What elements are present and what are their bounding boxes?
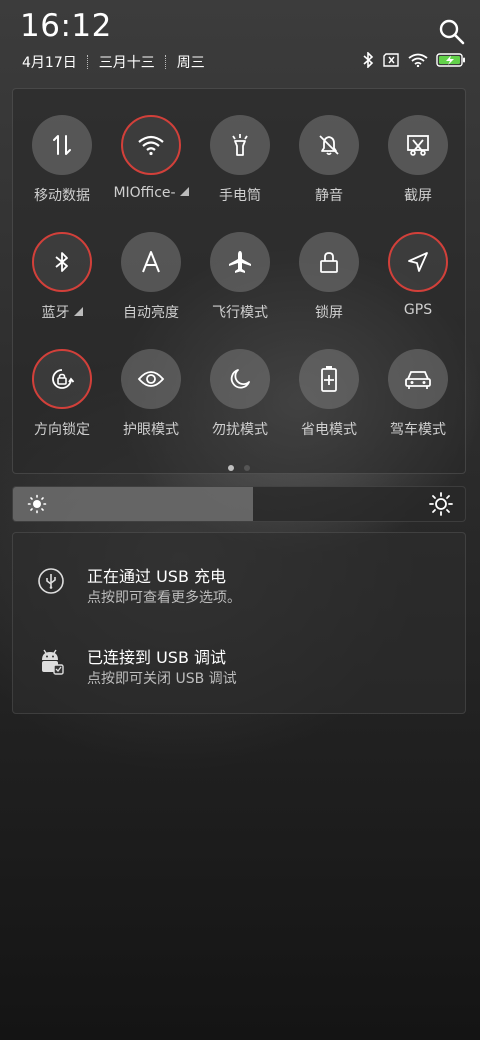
date-separator xyxy=(164,55,167,69)
notification-title: 已连接到 USB 调试 xyxy=(87,648,227,667)
airplane-icon[interactable] xyxy=(210,232,270,292)
tile-lock-screen[interactable]: 锁屏 xyxy=(284,232,374,322)
tile-mobile-data[interactable]: 移动数据 xyxy=(17,115,107,205)
lock-icon[interactable] xyxy=(299,232,359,292)
sim-none-icon xyxy=(382,53,400,67)
battery-saver-icon[interactable] xyxy=(299,349,359,409)
tile-auto-brightness[interactable]: 自动亮度 xyxy=(106,232,196,322)
location-arrow-icon[interactable] xyxy=(388,232,448,292)
tile-label: 自动亮度 xyxy=(123,305,179,321)
tile-label: 蓝牙 xyxy=(41,305,70,321)
tile-label: 移动数据 xyxy=(34,188,90,204)
tile-label: 手电筒 xyxy=(219,188,261,204)
battery-charging-icon xyxy=(436,53,466,67)
weekday-text: 周三 xyxy=(176,55,205,71)
tile-driving-mode[interactable]: 驾车模式 xyxy=(373,349,463,439)
tile-label: 护眼模式 xyxy=(123,422,179,438)
page-dot xyxy=(244,465,250,471)
screenshot-icon[interactable] xyxy=(388,115,448,175)
status-icons xyxy=(362,52,466,68)
tile-label: 勿扰模式 xyxy=(212,422,268,438)
tile-wifi[interactable]: MIOffice- xyxy=(106,115,196,201)
tile-bluetooth[interactable]: 蓝牙 xyxy=(17,232,107,322)
android-debug-icon xyxy=(37,648,65,676)
search-icon[interactable] xyxy=(438,18,466,46)
moon-icon[interactable] xyxy=(210,349,270,409)
tile-label: 锁屏 xyxy=(315,305,343,321)
mobile-data-icon[interactable] xyxy=(32,115,92,175)
tile-label: 方向锁定 xyxy=(34,422,90,438)
tile-gps[interactable]: GPS xyxy=(373,232,463,318)
date-text: 4月17日 xyxy=(22,55,77,71)
bluetooth-icon xyxy=(362,52,374,68)
notification-title: 正在通过 USB 充电 xyxy=(87,567,227,586)
wifi-icon[interactable] xyxy=(121,115,181,175)
page-dot xyxy=(228,465,234,471)
brightness-low-icon xyxy=(27,494,47,518)
tile-do-not-disturb[interactable]: 勿扰模式 xyxy=(195,349,285,439)
brightness-slider[interactable] xyxy=(12,486,466,522)
notification-subtitle: 点按即可查看更多选项。 xyxy=(87,590,241,606)
expand-triangle-icon[interactable] xyxy=(179,187,189,196)
bell-off-icon[interactable] xyxy=(299,115,359,175)
tile-label: 省电模式 xyxy=(301,422,357,438)
eye-icon[interactable] xyxy=(121,349,181,409)
brightness-fill xyxy=(13,487,253,521)
tile-label: 飞行模式 xyxy=(212,305,268,321)
date-row: 4月17日 三月十三 周三 xyxy=(22,52,205,72)
notification-subtitle: 点按即可关闭 USB 调试 xyxy=(87,671,237,687)
tile-screenshot[interactable]: 截屏 xyxy=(373,115,463,205)
tile-airplane[interactable]: 飞行模式 xyxy=(195,232,285,322)
tile-label: MIOffice- xyxy=(113,185,176,201)
bluetooth-icon[interactable] xyxy=(32,232,92,292)
tile-rotation-lock[interactable]: 方向锁定 xyxy=(17,349,107,439)
car-icon[interactable] xyxy=(388,349,448,409)
quick-settings-panel: 移动数据 MIOffice- 手电筒 静音 截屏 蓝牙 自动亮度 飞行模式 锁屏… xyxy=(12,88,466,474)
notification-usb-debugging[interactable]: 已连接到 USB 调试 点按即可关闭 USB 调试 xyxy=(13,644,465,704)
auto-brightness-icon[interactable] xyxy=(121,232,181,292)
tile-label: 截屏 xyxy=(404,188,432,204)
tile-eye-care[interactable]: 护眼模式 xyxy=(106,349,196,439)
expand-triangle-icon[interactable] xyxy=(73,307,83,316)
clock: 16:12 xyxy=(20,8,112,44)
tile-label: 静音 xyxy=(315,188,343,204)
tile-battery-saver[interactable]: 省电模式 xyxy=(284,349,374,439)
tile-label: GPS xyxy=(403,302,433,318)
rotation-lock-icon[interactable] xyxy=(32,349,92,409)
page-indicator xyxy=(13,465,465,471)
lunar-date-text: 三月十三 xyxy=(98,55,155,71)
flashlight-icon[interactable] xyxy=(210,115,270,175)
tile-silent[interactable]: 静音 xyxy=(284,115,374,205)
tile-flashlight[interactable]: 手电筒 xyxy=(195,115,285,205)
wifi-icon xyxy=(408,53,428,67)
date-separator xyxy=(86,55,89,69)
notification-panel: 正在通过 USB 充电 点按即可查看更多选项。 已连接到 USB 调试 点按即可… xyxy=(12,532,466,714)
brightness-high-icon xyxy=(429,492,453,520)
usb-charging-icon xyxy=(37,567,65,595)
notification-usb-charging[interactable]: 正在通过 USB 充电 点按即可查看更多选项。 xyxy=(13,563,465,623)
tile-label: 驾车模式 xyxy=(390,422,446,438)
